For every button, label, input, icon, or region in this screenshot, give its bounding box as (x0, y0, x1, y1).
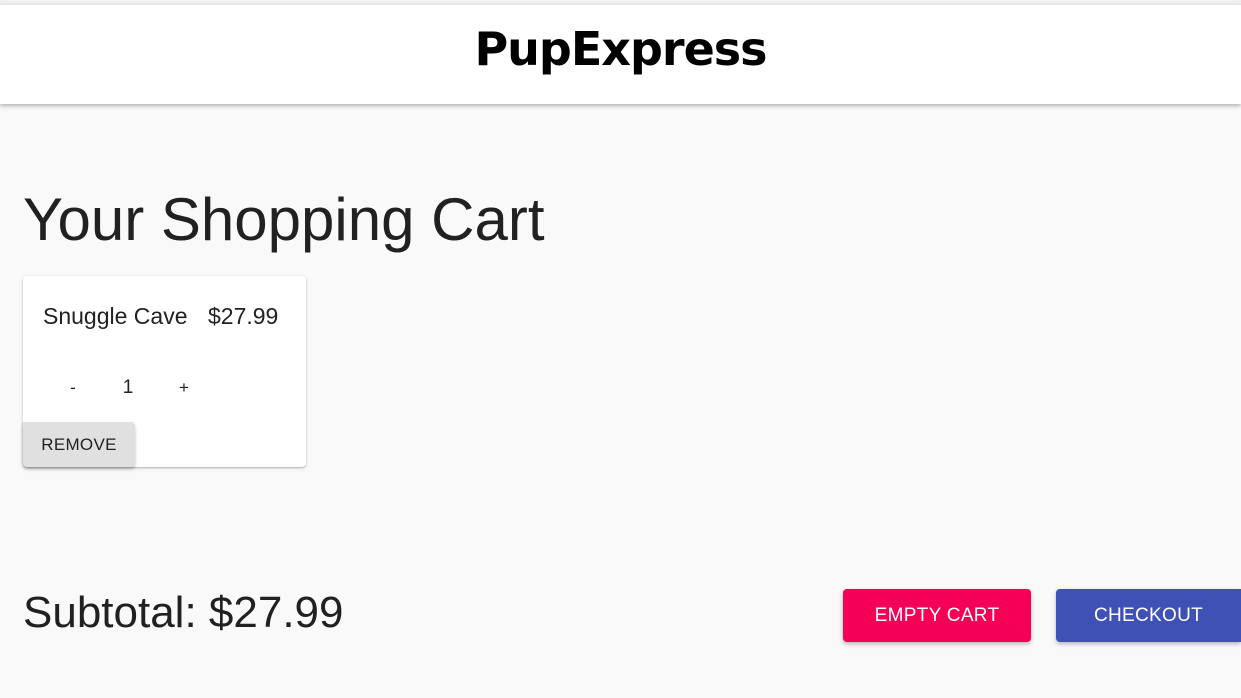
increase-quantity-button[interactable]: + (168, 374, 200, 402)
item-name: Snuggle Cave (43, 303, 188, 329)
item-quantity: 1 (122, 377, 134, 398)
brand-logo-text[interactable]: PupExpress (0, 21, 1241, 77)
app-header: PupExpress (0, 4, 1241, 104)
decrease-quantity-button[interactable]: - (57, 374, 89, 402)
cart-item-card: Snuggle Cave $27.99 - 1 + REMOVE (23, 276, 306, 467)
remove-item-button[interactable]: REMOVE (23, 422, 135, 467)
subtotal-text: Subtotal: $27.99 (23, 588, 344, 637)
page-title: Your Shopping Cart (23, 186, 545, 253)
item-price: $27.99 (208, 303, 279, 329)
checkout-button[interactable]: CHECKOUT (1056, 589, 1241, 642)
empty-cart-button[interactable]: EMPTY CART (843, 589, 1031, 642)
